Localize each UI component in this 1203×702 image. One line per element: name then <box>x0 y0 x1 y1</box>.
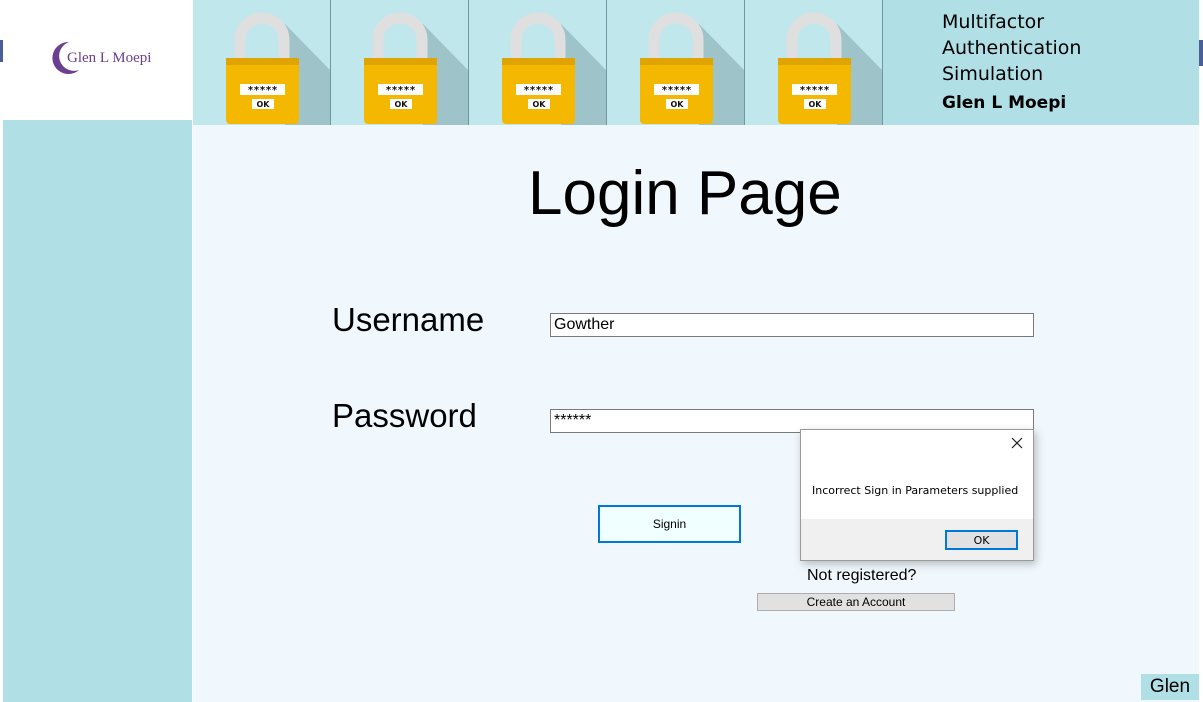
dialog-ok-button[interactable]: OK <box>945 530 1018 550</box>
padlock-icon: ***** OK <box>364 12 468 125</box>
logo-text: Glen L Moepi <box>67 50 152 66</box>
title-panel: Multifactor Authentication Simulation Gl… <box>883 0 1199 125</box>
padlock-icon: ***** OK <box>640 12 744 125</box>
lock-banner: ***** OK ***** OK ***** OK ***** OK ***** OK <box>193 0 883 125</box>
create-account-button[interactable]: Create an Account <box>757 593 955 611</box>
app-title-line-1: Multifactor <box>942 11 1045 33</box>
lock-ok-label: OK <box>257 100 271 109</box>
lock-tile: ***** OK <box>193 0 331 125</box>
close-icon[interactable] <box>1009 435 1025 451</box>
lock-ok-label: OK <box>671 100 685 109</box>
lock-ok-label: OK <box>533 100 547 109</box>
username-label: Username <box>332 301 485 338</box>
padlock-icon: ***** OK <box>226 12 330 125</box>
not-registered-label: Not registered? <box>807 567 917 584</box>
window-edge-right <box>1199 0 1203 702</box>
error-dialog: Incorrect Sign in Parameters supplied OK <box>800 429 1034 561</box>
lock-ok-label: OK <box>395 100 409 109</box>
app-title-line-2: Authentication <box>942 37 1082 59</box>
dialog-message: Incorrect Sign in Parameters supplied <box>812 484 1019 497</box>
lock-tile: ***** OK <box>331 0 469 125</box>
padlock-icon: ***** OK <box>778 12 882 125</box>
edge-stripe <box>1199 40 1203 66</box>
signin-button[interactable]: Signin <box>598 505 741 543</box>
lock-tile: ***** OK <box>469 0 607 125</box>
lock-tile: ***** OK <box>745 0 883 125</box>
author-name: Glen L Moepi <box>942 93 1067 113</box>
left-panel <box>3 120 192 702</box>
page-title: Login Page <box>528 159 842 228</box>
password-label: Password <box>332 397 477 434</box>
app-title-line-3: Simulation <box>942 63 1044 85</box>
lock-password-mask: ***** <box>385 85 415 96</box>
padlock-icon: ***** OK <box>502 12 606 125</box>
lock-ok-label: OK <box>809 100 823 109</box>
lock-password-mask: ***** <box>799 85 829 96</box>
lock-tile: ***** OK <box>607 0 745 125</box>
logo-box: Glen L Moepi <box>3 0 192 120</box>
lock-password-mask: ***** <box>247 85 277 96</box>
username-input[interactable]: Gowther <box>550 313 1034 337</box>
lock-password-mask: ***** <box>661 85 691 96</box>
corner-tag: Glen <box>1141 674 1199 700</box>
lock-password-mask: ***** <box>523 85 553 96</box>
login-main: Login Page Username Gowther Password ***… <box>193 125 1199 702</box>
